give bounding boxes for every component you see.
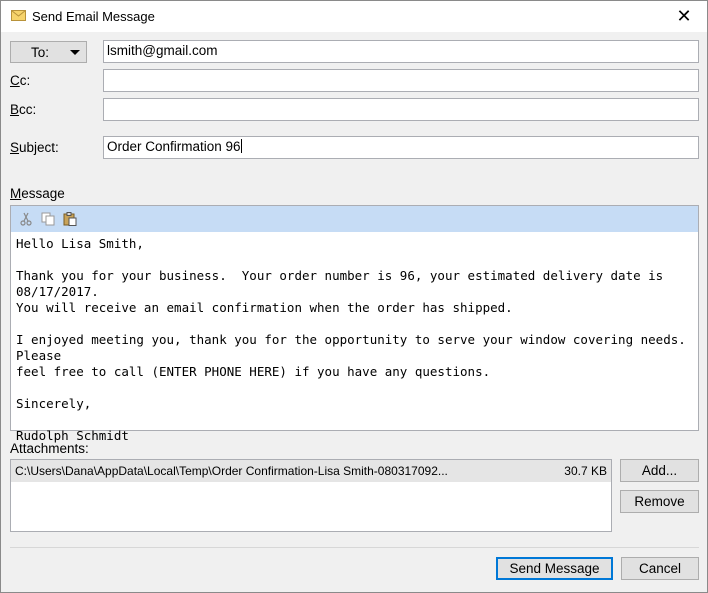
attachment-path: C:\Users\Dana\AppData\Local\Temp\Order C… xyxy=(15,464,448,478)
message-editor[interactable]: Hello Lisa Smith, Thank you for your bus… xyxy=(10,205,699,443)
subject-field[interactable]: Order Confirmation 96 xyxy=(103,136,699,159)
close-icon: ✕ xyxy=(676,6,692,26)
to-button[interactable]: To: xyxy=(10,41,87,63)
close-button[interactable]: ✕ xyxy=(661,1,707,32)
message-toolbar xyxy=(11,206,698,232)
add-attachment-button[interactable]: Add... xyxy=(620,459,699,482)
subject-field-value: Order Confirmation 96 xyxy=(107,139,241,154)
subject-label: Subject: xyxy=(10,140,59,155)
title-bar: Send Email Message ✕ xyxy=(1,1,707,32)
send-email-dialog: Send Email Message ✕ To: lsmith@gmail.co… xyxy=(0,0,708,593)
remove-attachment-button[interactable]: Remove xyxy=(620,490,699,513)
window-title: Send Email Message xyxy=(32,9,155,24)
attachments-label: Attachments: xyxy=(10,441,89,456)
paste-icon[interactable] xyxy=(63,212,77,226)
to-button-label: To: xyxy=(31,44,50,60)
cancel-button[interactable]: Cancel xyxy=(621,557,699,580)
cut-icon[interactable] xyxy=(19,212,33,226)
bcc-field[interactable] xyxy=(103,98,699,121)
message-body: Hello Lisa Smith, Thank you for your bus… xyxy=(16,236,686,443)
text-caret xyxy=(240,139,242,153)
to-field-value: lsmith@gmail.com xyxy=(107,43,218,58)
chevron-down-icon xyxy=(70,50,80,55)
cc-label: Cc: xyxy=(10,73,31,88)
attachment-row[interactable]: C:\Users\Dana\AppData\Local\Temp\Order C… xyxy=(11,460,611,482)
envelope-icon xyxy=(11,10,26,21)
message-label: Message xyxy=(10,186,65,201)
attachments-list[interactable]: C:\Users\Dana\AppData\Local\Temp\Order C… xyxy=(10,459,612,532)
copy-icon[interactable] xyxy=(41,212,55,226)
attachment-size: 30.7 KB xyxy=(564,464,607,478)
bcc-label: Bcc: xyxy=(10,102,37,117)
footer-divider xyxy=(10,547,699,548)
cc-field[interactable] xyxy=(103,69,699,92)
to-field[interactable]: lsmith@gmail.com xyxy=(103,40,699,63)
send-message-button[interactable]: Send Message xyxy=(496,557,613,580)
